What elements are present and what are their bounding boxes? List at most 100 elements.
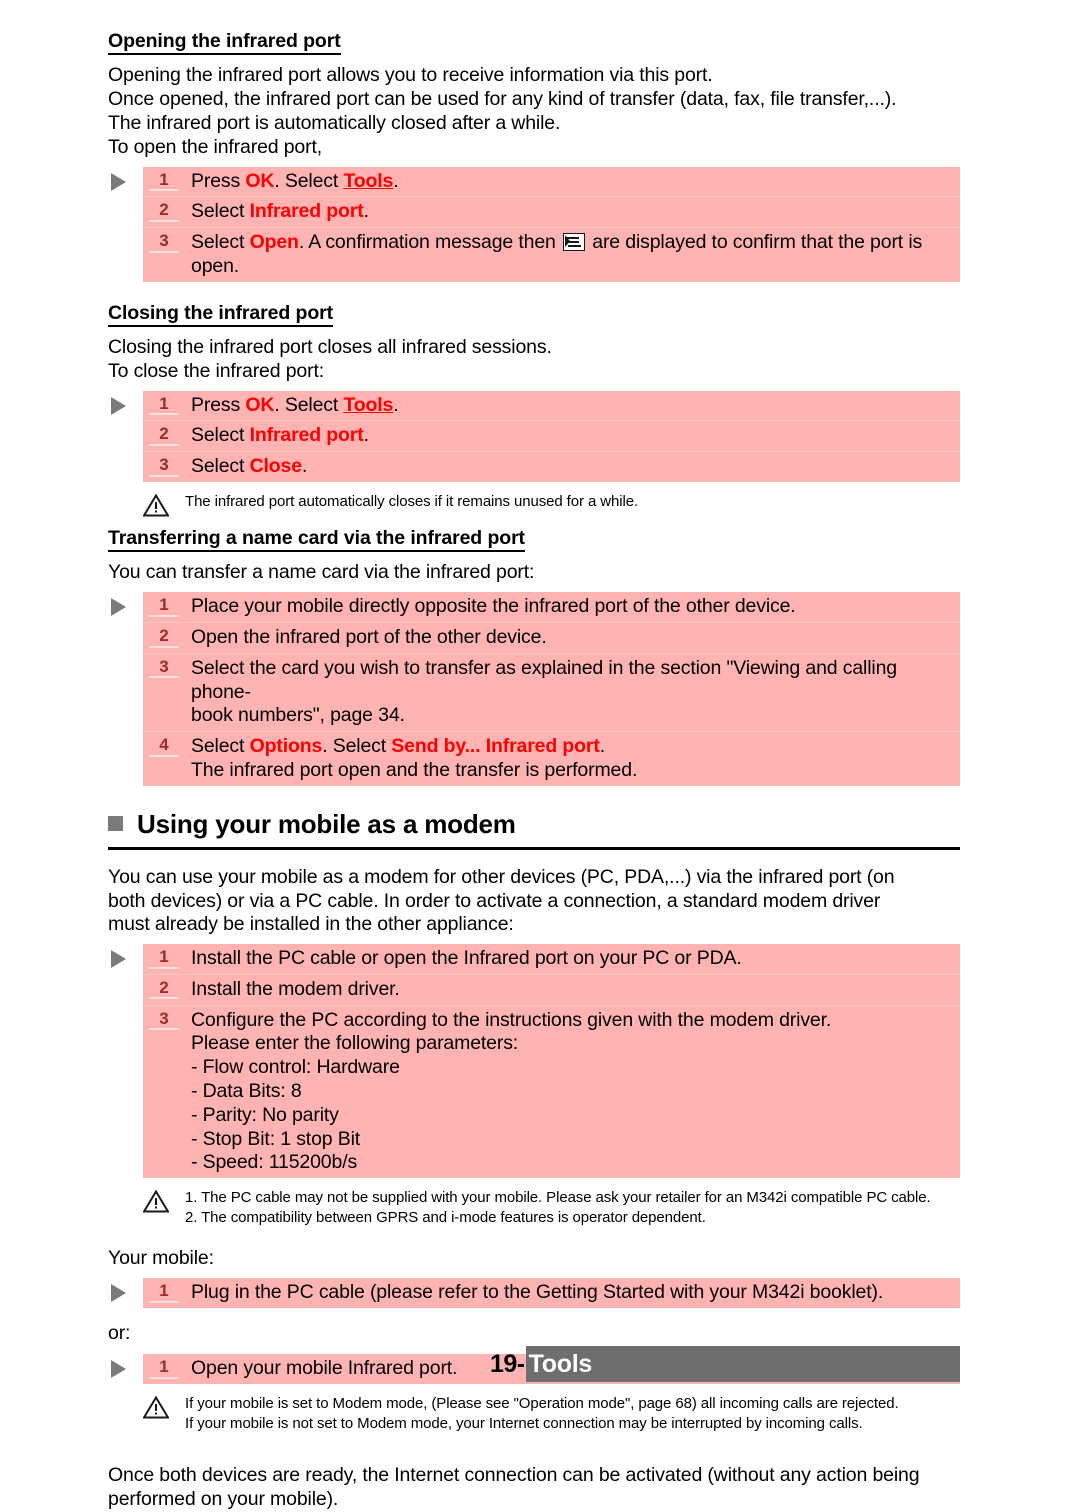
step-line: Select Close.	[191, 455, 952, 479]
note-pc-cable: 1. The PC cable may not be supplied with…	[143, 1188, 960, 1229]
step-number: 1	[149, 1281, 179, 1303]
text-span: Please enter the following parameters:	[191, 1032, 519, 1055]
text-span: .	[393, 169, 399, 192]
warning-icon	[143, 1190, 169, 1213]
paragraph-namecard: You can transfer a name card via the inf…	[108, 561, 960, 585]
step-text: Open the infrared port of the other devi…	[191, 626, 960, 650]
emphasis-span: Options	[249, 735, 323, 758]
emphasis-span: Tools	[343, 169, 394, 192]
step-line: Install the modem driver.	[191, 978, 952, 1002]
text-span: .	[301, 455, 308, 478]
paragraph-line: both devices) or via a PC cable. In orde…	[108, 889, 881, 912]
paragraph-line: must already be installed in the other a…	[108, 913, 514, 936]
step-row: 1 Place your mobile directly opposite the…	[111, 592, 960, 622]
text-span: . A confirmation message then	[298, 231, 561, 254]
paragraph-opening: Opening the infrared port allows you to …	[108, 64, 960, 159]
main-heading-row: Using your mobile as a modem	[108, 810, 960, 839]
text-span: - Flow control: Hardware	[191, 1056, 400, 1079]
step-number: 1	[149, 595, 179, 617]
step-number: 2	[149, 200, 179, 222]
paragraph-line: performed on your mobile).	[108, 1488, 339, 1511]
step-row: 3 Configure the PC according to the instr…	[143, 1004, 960, 1178]
step-line: Select Infrared port.	[191, 200, 952, 224]
step-row: 3 Select the card you wish to transfer as…	[143, 652, 960, 731]
page-number: 19-	[490, 1350, 525, 1378]
step-row: 1 Press OK. Select Tools.	[111, 167, 960, 197]
step-text: Press OK. Select Tools.	[191, 394, 960, 418]
text-span: Select	[191, 200, 250, 223]
note-modem-mode: If your mobile is set to Modem mode, (Pl…	[143, 1394, 960, 1435]
step-line: Press OK. Select Tools.	[191, 170, 952, 194]
text-span: The infrared port open and the transfer …	[191, 758, 638, 781]
step-line: Select the card you wish to transfer as …	[191, 657, 952, 705]
emphasis-span: Tools	[343, 393, 394, 416]
square-bullet-icon	[108, 816, 123, 832]
emphasis-span: OK	[245, 393, 275, 416]
step-row: 1 Press OK. Select Tools.	[111, 391, 960, 421]
step-row: 2 Select Infrared port.	[143, 196, 960, 227]
text-span: - Data Bits: 8	[191, 1080, 302, 1103]
step-number: 3	[149, 657, 179, 679]
text-span: - Stop Bit: 1 stop Bit	[191, 1127, 361, 1150]
text-span: Install the PC cable or open the Infrare…	[191, 947, 742, 970]
step-text: Select Open. A confirmation message then…	[191, 231, 960, 279]
text-span: Select	[191, 735, 250, 758]
label-or: or:	[108, 1322, 131, 1345]
text-span: .	[363, 200, 369, 223]
note-text: If your mobile is set to Modem mode, (Pl…	[185, 1394, 899, 1435]
step-text: Select Options. Select Send by... Infrar…	[191, 735, 960, 783]
step-row: 1 Install the PC cable or open the Infrar…	[111, 944, 960, 974]
text-span: . Select	[274, 169, 344, 192]
note-line: If your mobile is set to Modem mode, (Pl…	[185, 1394, 899, 1412]
text-span: book numbers", page 34.	[191, 704, 405, 727]
emphasis-span: Send by... Infrared port	[391, 735, 600, 758]
triangle-pointer-icon	[111, 172, 126, 191]
step-row: 2 Install the modem driver.	[143, 973, 960, 1005]
note-line: 2. The compatibility between GPRS and i-…	[185, 1209, 706, 1227]
note-text: The infrared port automatically closes i…	[185, 492, 638, 512]
step-row: 3 Select Close.	[143, 451, 960, 482]
paragraph-line: To open the infrared port,	[108, 135, 322, 158]
section-closing: Closing the infrared port	[108, 302, 960, 336]
page-title: Using your mobile as a modem	[137, 808, 516, 839]
section-opening: Opening the infrared port	[108, 30, 960, 64]
document-page: Opening the infrared port Opening the in…	[0, 0, 1080, 1510]
emphasis-span: Close	[249, 455, 303, 478]
text-span: - Parity: No parity	[191, 1103, 339, 1126]
text-span: Select	[191, 231, 250, 254]
step-number: 1	[149, 170, 179, 192]
step-number: 4	[149, 735, 179, 757]
footer-inner: 19- Tools	[490, 1346, 960, 1382]
step-row: 1 Plug in the PC cable (please refer to t…	[111, 1278, 960, 1308]
infrared-port-icon	[562, 233, 585, 252]
step-number: 2	[149, 424, 179, 446]
emphasis-span: OK	[245, 169, 275, 192]
step-line: - Flow control: Hardware	[191, 1056, 952, 1080]
step-line: Select Open. A confirmation message then…	[191, 231, 952, 279]
paragraph-line: You can use your mobile as a modem for o…	[108, 865, 895, 888]
step-line: Select Infrared port.	[191, 424, 952, 448]
steps-transfer-name-card: 1 Place your mobile directly opposite the…	[111, 592, 960, 786]
step-number: 2	[149, 626, 179, 648]
text-span: Open the infrared port of the other devi…	[191, 625, 547, 648]
paragraph-line: To close the infrared port:	[108, 359, 324, 382]
section-heading-opening: Opening the infrared port	[108, 30, 341, 56]
triangle-pointer-icon	[111, 396, 126, 415]
text-span: Press	[191, 169, 246, 192]
note-line: The infrared port automatically closes i…	[185, 493, 639, 510]
paragraph-closing-note: Once both devices are ready, the Interne…	[108, 1464, 960, 1512]
text-span: Configure the PC according to the instru…	[191, 1008, 832, 1031]
text-span: Select the card you wish to transfer as …	[191, 656, 897, 703]
emphasis-span: Infrared port	[249, 424, 364, 447]
step-text: Select Infrared port.	[191, 424, 960, 448]
text-span: .	[363, 424, 369, 447]
triangle-pointer-icon	[111, 950, 126, 969]
section-heading-namecard: Transferring a name card via the infrare…	[108, 527, 525, 553]
step-text: Select Infrared port.	[191, 200, 960, 224]
paragraph-line: Once both devices are ready, the Interne…	[108, 1464, 920, 1487]
step-text: Place your mobile directly opposite the …	[191, 595, 960, 619]
text-span: .	[599, 735, 605, 758]
text-span: . Select	[274, 393, 344, 416]
step-line: - Data Bits: 8	[191, 1080, 952, 1104]
